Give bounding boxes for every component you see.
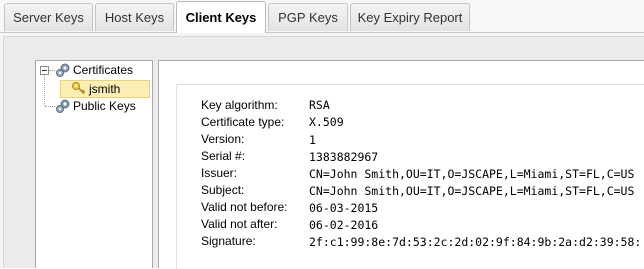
- detail-label-subject: Subject:: [201, 183, 245, 197]
- detail-value-valid-not-before: 06-03-2015: [309, 201, 379, 215]
- tab-key-expiry-report[interactable]: Key Expiry Report: [350, 3, 470, 31]
- tree-node-jsmith[interactable]: jsmith: [89, 80, 120, 98]
- tab-client-keys[interactable]: Client Keys: [176, 1, 266, 33]
- detail-value-subject: CN=John Smith,OU=IT,O=JSCAPE,L=Miami,ST=…: [309, 184, 635, 198]
- detail-label-serial: Serial #:: [201, 149, 246, 163]
- detail-label-valid-not-before: Valid not before:: [201, 200, 288, 214]
- detail-label-version: Version:: [201, 132, 245, 146]
- detail-value-valid-not-after: 06-02-2016: [309, 218, 379, 232]
- tree-connector: [44, 75, 45, 106]
- detail-label-key-algorithm: Key algorithm:: [201, 98, 278, 112]
- detail-value-issuer: CN=John Smith,OU=IT,O=JSCAPE,L=Miami,ST=…: [309, 167, 635, 181]
- detail-label-issuer: Issuer:: [201, 166, 238, 180]
- public-keys-gear-icon: [56, 99, 70, 113]
- detail-value-serial: 1383882967: [309, 150, 379, 164]
- collapse-certificates-icon[interactable]: [40, 66, 49, 75]
- detail-label-certificate-type: Certificate type:: [201, 115, 285, 129]
- tree-node-certificates[interactable]: Certificates: [73, 61, 133, 79]
- tab-server-keys[interactable]: Server Keys: [4, 3, 93, 31]
- detail-label-signature: Signature:: [201, 234, 256, 248]
- detail-label-valid-not-after: Valid not after:: [201, 217, 278, 231]
- tree-connector: [45, 106, 55, 107]
- tree-node-public-keys[interactable]: Public Keys: [73, 97, 136, 115]
- tab-host-keys[interactable]: Host Keys: [95, 3, 174, 31]
- detail-value-version: 1: [309, 133, 316, 147]
- detail-value-signature: 2f:c1:99:8e:7d:53:2c:2d:02:9f:84:9b:2a:d…: [309, 235, 642, 249]
- certificates-gear-icon: [56, 63, 70, 77]
- detail-value-key-algorithm: RSA: [309, 98, 330, 112]
- tab-pgp-keys[interactable]: PGP Keys: [268, 3, 348, 31]
- key-icon: [72, 82, 86, 95]
- detail-value-certificate-type: X.509: [309, 115, 344, 129]
